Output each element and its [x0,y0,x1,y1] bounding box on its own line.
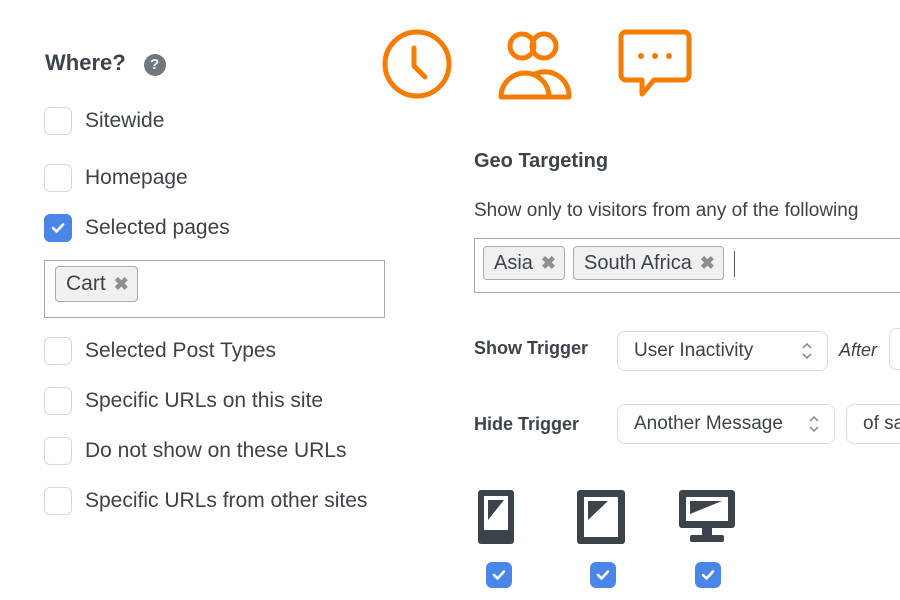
option-label: Homepage [85,166,188,189]
tag-label: Asia [494,251,533,274]
updown-chevron-icon [801,341,813,361]
where-title: Where? [45,50,126,75]
chat-bubble-icon[interactable] [618,28,692,105]
desktop-icon [679,490,735,549]
option-do-not-show-urls[interactable]: Do not show on these URLs [44,437,346,465]
option-specific-urls-site[interactable]: Specific URLs on this site [44,387,323,415]
tag-cart: Cart ✖ [55,266,138,302]
selected-pages-input[interactable]: Cart ✖ [44,260,385,318]
where-heading: Where? ? [45,50,166,76]
option-specific-urls-other-sites[interactable]: Specific URLs from other sites [44,487,367,515]
option-sitewide[interactable]: Sitewide [44,107,164,135]
option-label: Specific URLs from other sites [85,489,368,512]
checkbox[interactable] [44,164,72,192]
text-cursor [733,251,735,277]
hide-trigger-scope-value: of same [863,413,900,434]
hide-trigger-value: Another Message [634,413,783,434]
tag-south-africa: South Africa ✖ [573,246,724,280]
mobile-checkbox[interactable] [486,562,512,588]
option-label: Selected pages [85,216,230,239]
tag-asia: Asia ✖ [483,246,565,280]
checkbox[interactable] [44,487,72,515]
help-icon[interactable]: ? [143,53,166,76]
desktop-checkbox[interactable] [695,562,721,588]
option-label: Specific URLs on this site [85,389,324,412]
option-label: Do not show on these URLs [85,439,347,462]
updown-chevron-icon [808,414,820,434]
option-selected-pages[interactable]: Selected pages [44,214,230,242]
hide-trigger-scope-select[interactable]: of same [846,404,900,444]
remove-tag-icon[interactable]: ✖ [700,253,715,274]
checkbox[interactable] [44,337,72,365]
checkbox[interactable] [44,387,72,415]
hide-trigger-select[interactable]: Another Message [617,404,835,444]
tag-label: South Africa [584,251,692,274]
option-label: Selected Post Types [85,339,277,362]
checkbox-checked[interactable] [44,214,72,242]
tablet-checkbox[interactable] [590,562,616,588]
clock-icon[interactable] [381,28,453,105]
remove-tag-icon[interactable]: ✖ [541,253,556,274]
show-trigger-label: Show Trigger [474,338,589,358]
checkbox[interactable] [44,437,72,465]
geo-description: Show only to visitors from any of the fo… [474,200,859,221]
users-icon[interactable] [497,28,573,107]
option-homepage[interactable]: Homepage [44,164,188,192]
after-label: After [839,340,878,360]
show-trigger-value: User Inactivity [634,340,754,361]
tag-label: Cart [66,272,106,295]
geo-targeting-heading: Geo Targeting [474,150,609,172]
tablet-icon [577,490,625,549]
option-selected-post-types[interactable]: Selected Post Types [44,337,276,365]
geo-regions-input[interactable]: Asia ✖ South Africa ✖ [474,238,900,293]
remove-tag-icon[interactable]: ✖ [114,274,129,295]
hide-trigger-label: Hide Trigger [474,414,580,434]
option-label: Sitewide [85,109,165,132]
mobile-icon [478,490,514,549]
after-value-input[interactable] [889,328,900,370]
checkbox[interactable] [44,107,72,135]
show-trigger-select[interactable]: User Inactivity [617,331,828,371]
